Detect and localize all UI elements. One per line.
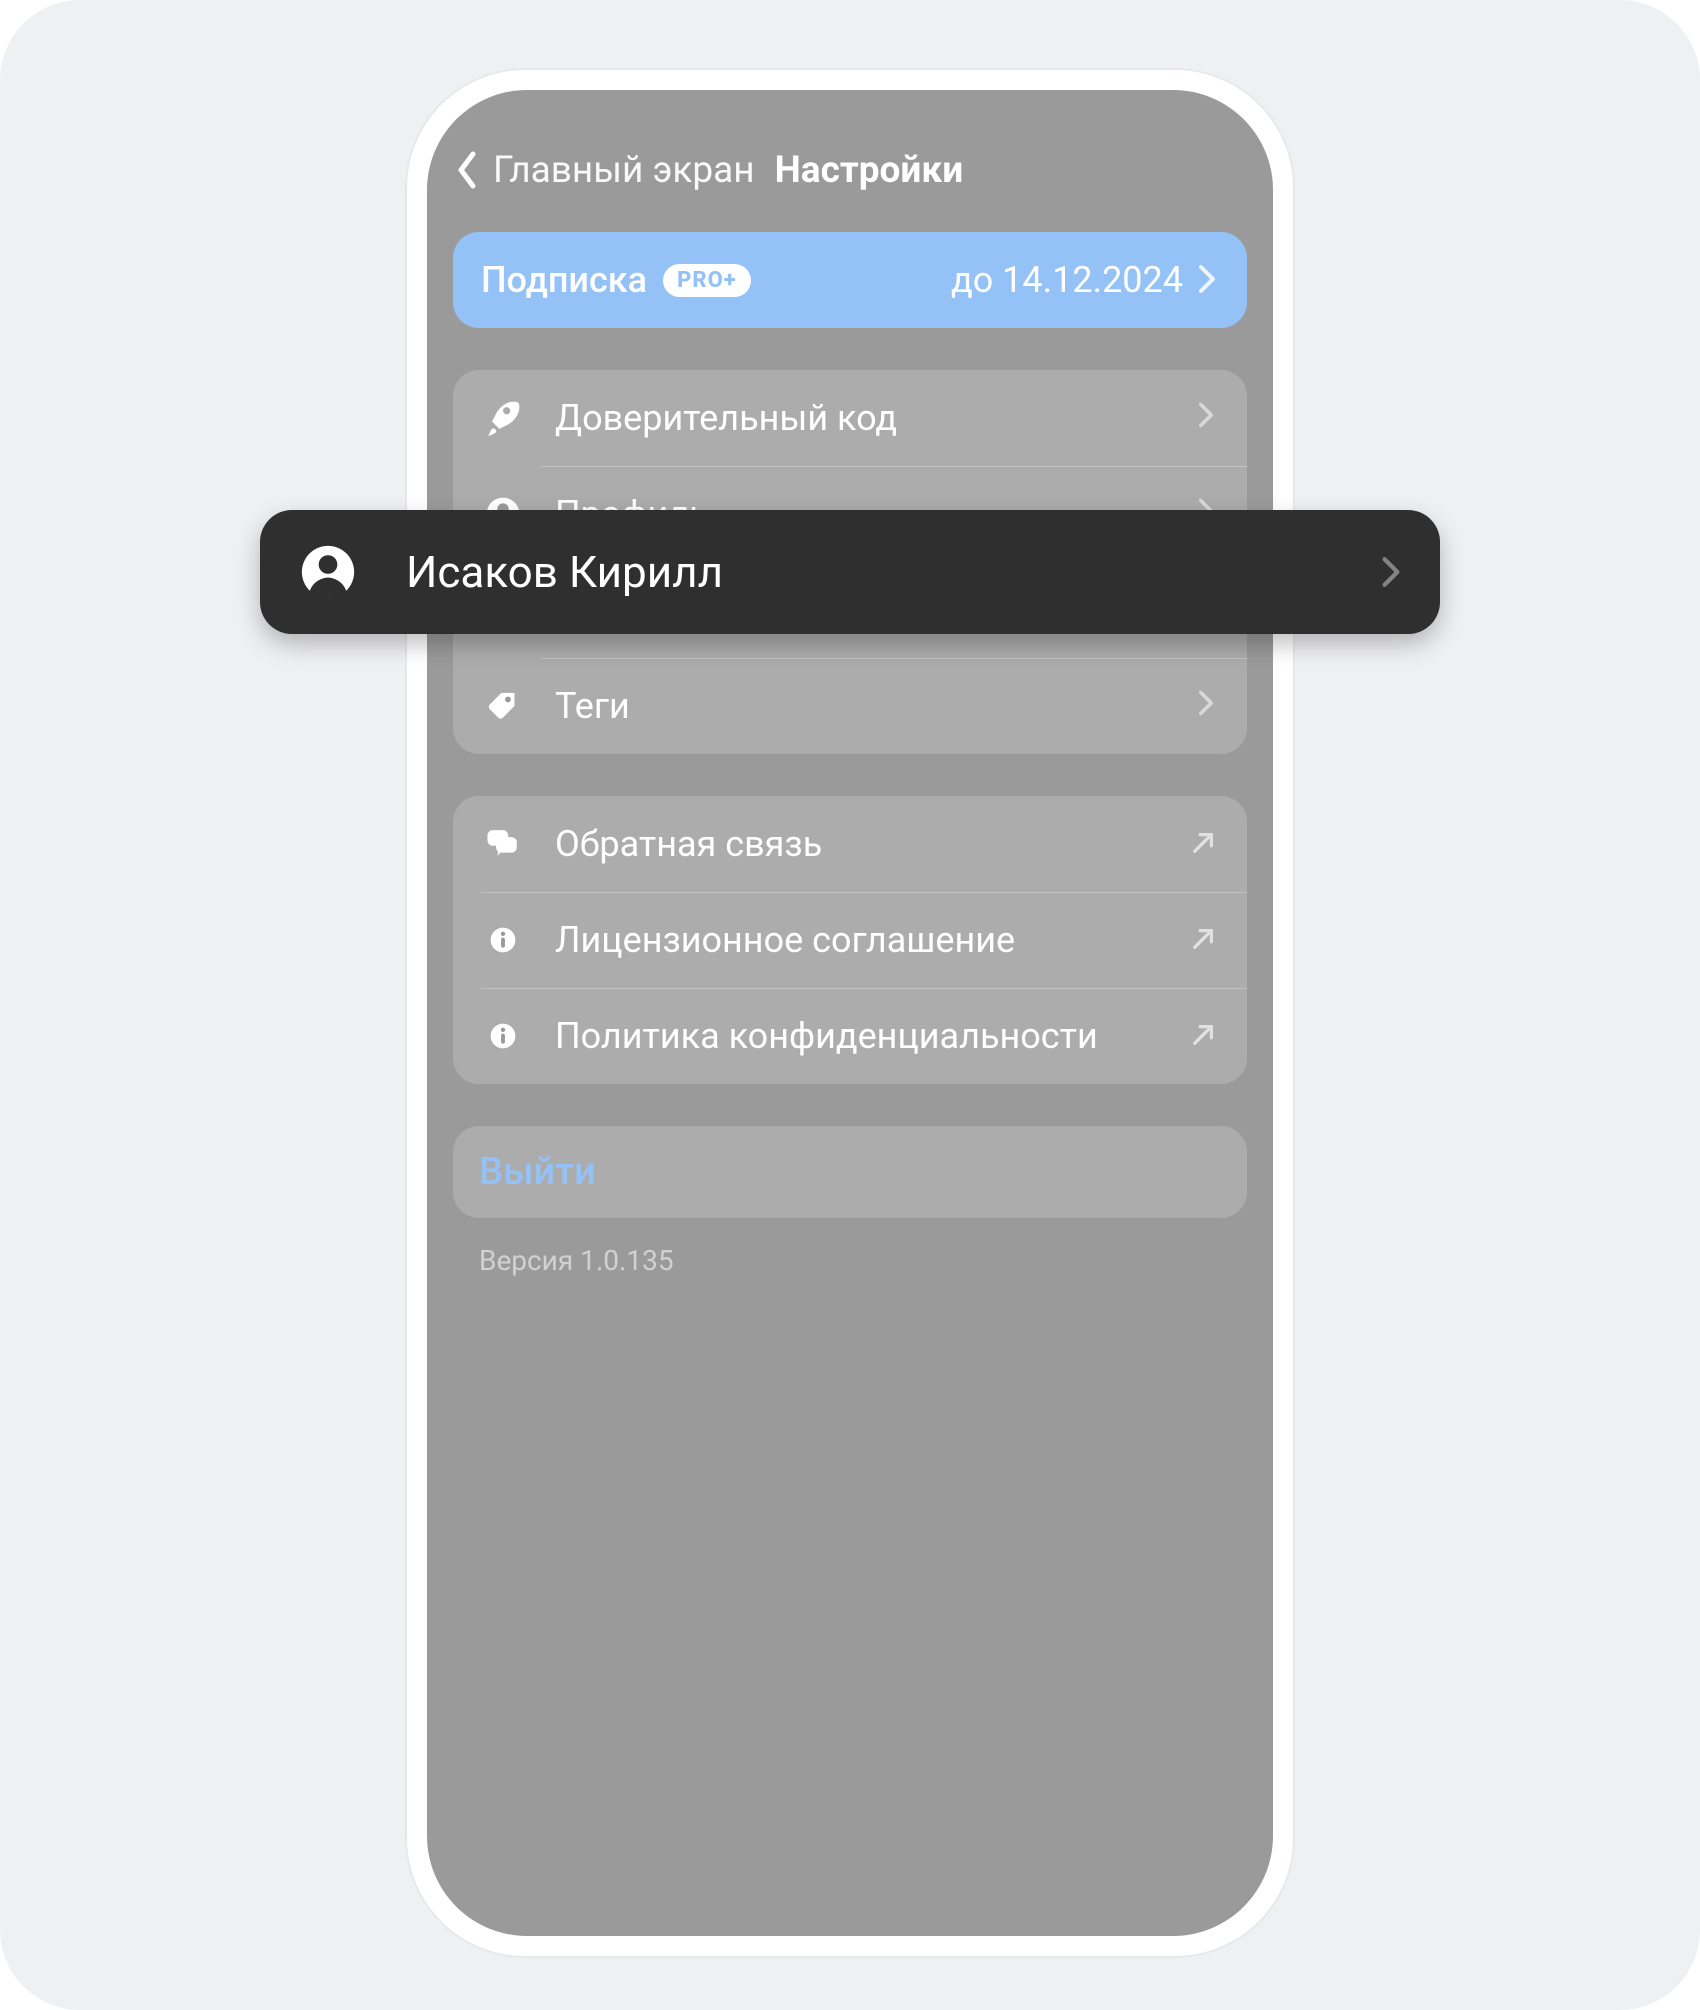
row-label: Доверительный код (555, 397, 1197, 439)
pro-badge: PRO+ (663, 264, 751, 297)
subscription-until: до 14.12.2024 (951, 259, 1183, 301)
chevron-right-icon (1197, 689, 1219, 723)
back-button[interactable] (453, 148, 481, 192)
subscription-row[interactable]: Подписка PRO+ до 14.12.2024 (453, 232, 1247, 328)
subscription-label: Подписка (481, 259, 647, 301)
logout-button[interactable]: Выйти (453, 1126, 1247, 1218)
external-link-icon (1189, 829, 1219, 859)
row-license[interactable]: Лицензионное соглашение (453, 892, 1247, 988)
chevron-right-icon (1197, 401, 1219, 435)
row-label: Обратная связь (555, 823, 1189, 865)
info-icon (481, 918, 525, 962)
row-label: Политика конфиденциальности (555, 1015, 1189, 1057)
chat-icon (481, 822, 525, 866)
external-link-icon (1189, 1021, 1219, 1051)
version-label: Версия 1.0.135 (453, 1240, 1247, 1277)
row-label: Теги (555, 685, 1197, 727)
external-link-icon (1189, 925, 1219, 955)
header: Главный экран Настройки (453, 148, 1247, 232)
stage: Главный экран Настройки Подписка PRO+ до… (0, 0, 1700, 2010)
screen: Главный экран Настройки Подписка PRO+ до… (427, 90, 1273, 1936)
profile-overlay-row[interactable]: Исаков Кирилл (260, 510, 1440, 634)
profile-name: Исаков Кирилл (406, 546, 1380, 598)
chevron-right-icon (1380, 555, 1402, 589)
row-privacy[interactable]: Политика конфиденциальности (453, 988, 1247, 1084)
info-group: Обратная связь Лицензионное соглашение П… (453, 796, 1247, 1084)
person-circle-icon (298, 542, 358, 602)
breadcrumb-back-label[interactable]: Главный экран (493, 149, 755, 192)
tag-icon (481, 684, 525, 728)
phone-frame: Главный экран Настройки Подписка PRO+ до… (405, 68, 1295, 1958)
chevron-left-icon (455, 150, 479, 190)
page-title: Настройки (775, 149, 964, 192)
info-icon (481, 1014, 525, 1058)
row-feedback[interactable]: Обратная связь (453, 796, 1247, 892)
chevron-right-icon (1197, 263, 1219, 297)
row-trust-code[interactable]: Доверительный код (453, 370, 1247, 466)
row-label: Лицензионное соглашение (555, 919, 1189, 961)
row-tags[interactable]: Теги (453, 658, 1247, 754)
logout-label: Выйти (479, 1150, 596, 1194)
rocket-icon (481, 396, 525, 440)
